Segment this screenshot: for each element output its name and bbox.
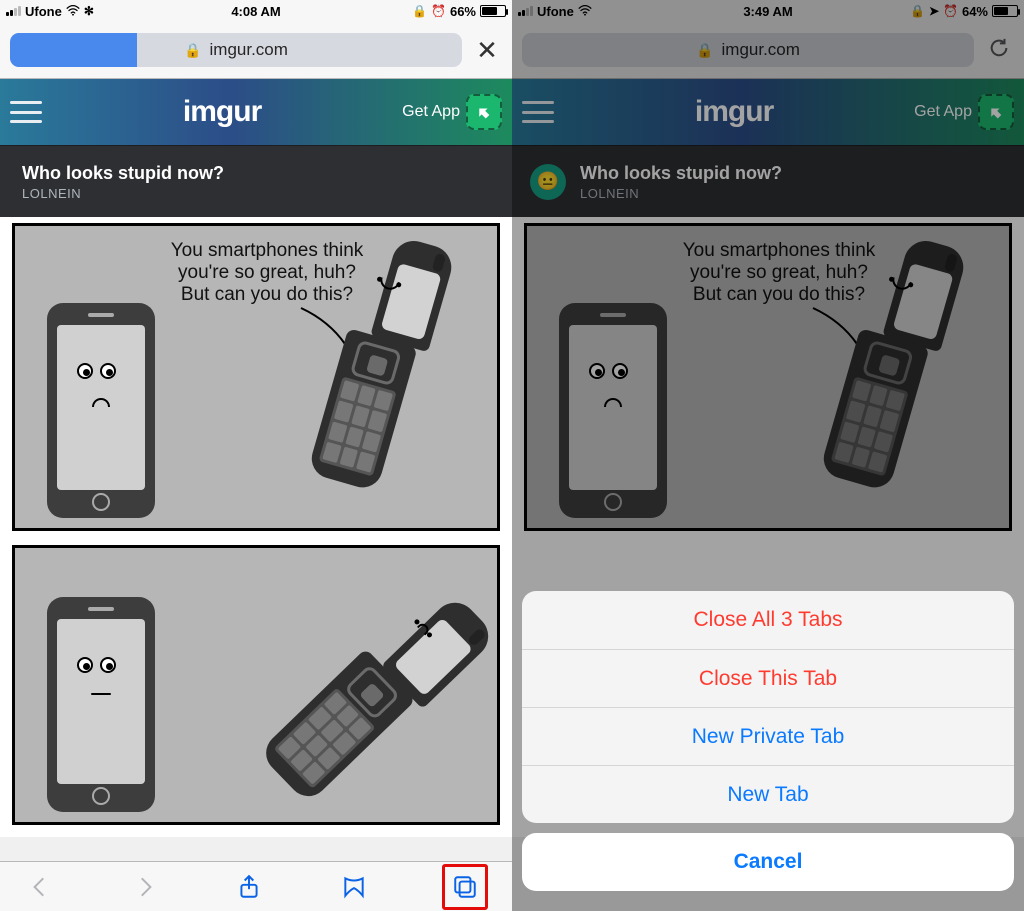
post-header: Who looks stupid now? LOLNEIN bbox=[0, 145, 512, 217]
flip-phone-drawing bbox=[299, 220, 439, 520]
new-tab-button[interactable]: New Tab bbox=[522, 765, 1014, 823]
back-button[interactable] bbox=[24, 871, 56, 903]
get-app-label: Get App bbox=[402, 103, 460, 121]
address-field[interactable]: 🔒 imgur.com bbox=[10, 33, 462, 67]
rotation-lock-icon: 🔒 bbox=[412, 4, 427, 18]
share-button[interactable] bbox=[233, 871, 265, 903]
smartphone-drawing bbox=[47, 597, 155, 812]
flip-phone-drawing bbox=[227, 530, 498, 837]
page-load-progress bbox=[10, 33, 137, 67]
imgur-header: imgur Get App bbox=[0, 79, 512, 145]
new-private-tab-button[interactable]: New Private Tab bbox=[522, 707, 1014, 765]
safari-toolbar bbox=[0, 861, 512, 911]
loading-icon: ✻ bbox=[84, 4, 94, 18]
app-badge-icon bbox=[466, 94, 502, 130]
forward-button[interactable] bbox=[129, 871, 161, 903]
battery-percent: 66% bbox=[450, 4, 476, 19]
action-sheet-options: Close All 3 Tabs Close This Tab New Priv… bbox=[522, 591, 1014, 823]
comic-panel-2 bbox=[12, 545, 500, 825]
tabs-button-highlight bbox=[442, 864, 488, 910]
post-author[interactable]: LOLNEIN bbox=[22, 186, 224, 201]
phone-screenshot-left: Ufone ✻ 4:08 AM 🔒 ⏰ 66% 🔒 imgur.com ✕ bbox=[0, 0, 512, 911]
bookmarks-button[interactable] bbox=[338, 871, 370, 903]
close-this-tab-button[interactable]: Close This Tab bbox=[522, 649, 1014, 707]
stop-loading-button[interactable]: ✕ bbox=[472, 35, 502, 66]
comic-panel-1: You smartphones think you're so great, h… bbox=[12, 223, 500, 531]
get-app-button[interactable]: Get App bbox=[402, 94, 502, 130]
clock: 4:08 AM bbox=[231, 4, 280, 19]
close-all-tabs-button[interactable]: Close All 3 Tabs bbox=[522, 591, 1014, 649]
action-sheet-cancel: Cancel bbox=[522, 833, 1014, 891]
signal-icon bbox=[6, 6, 21, 16]
post-image[interactable]: You smartphones think you're so great, h… bbox=[0, 217, 512, 837]
alarm-icon: ⏰ bbox=[431, 4, 446, 18]
battery-icon bbox=[480, 5, 506, 17]
wifi-icon bbox=[66, 4, 80, 19]
carrier-label: Ufone bbox=[25, 4, 62, 19]
lock-icon: 🔒 bbox=[184, 42, 201, 59]
menu-button[interactable] bbox=[10, 101, 42, 123]
post-title: Who looks stupid now? bbox=[22, 163, 224, 184]
action-sheet: Close All 3 Tabs Close This Tab New Priv… bbox=[522, 591, 1014, 901]
phone-screenshot-right: Ufone 3:49 AM 🔒 ➤ ⏰ 64% 🔒 imgur.com bbox=[512, 0, 1024, 911]
tabs-button[interactable] bbox=[449, 871, 481, 903]
status-bar: Ufone ✻ 4:08 AM 🔒 ⏰ 66% bbox=[0, 0, 512, 22]
smartphone-drawing bbox=[47, 303, 155, 518]
imgur-logo[interactable]: imgur bbox=[183, 95, 261, 129]
cancel-button[interactable]: Cancel bbox=[522, 833, 1014, 891]
domain-label: imgur.com bbox=[210, 40, 288, 60]
safari-address-bar: 🔒 imgur.com ✕ bbox=[0, 22, 512, 79]
